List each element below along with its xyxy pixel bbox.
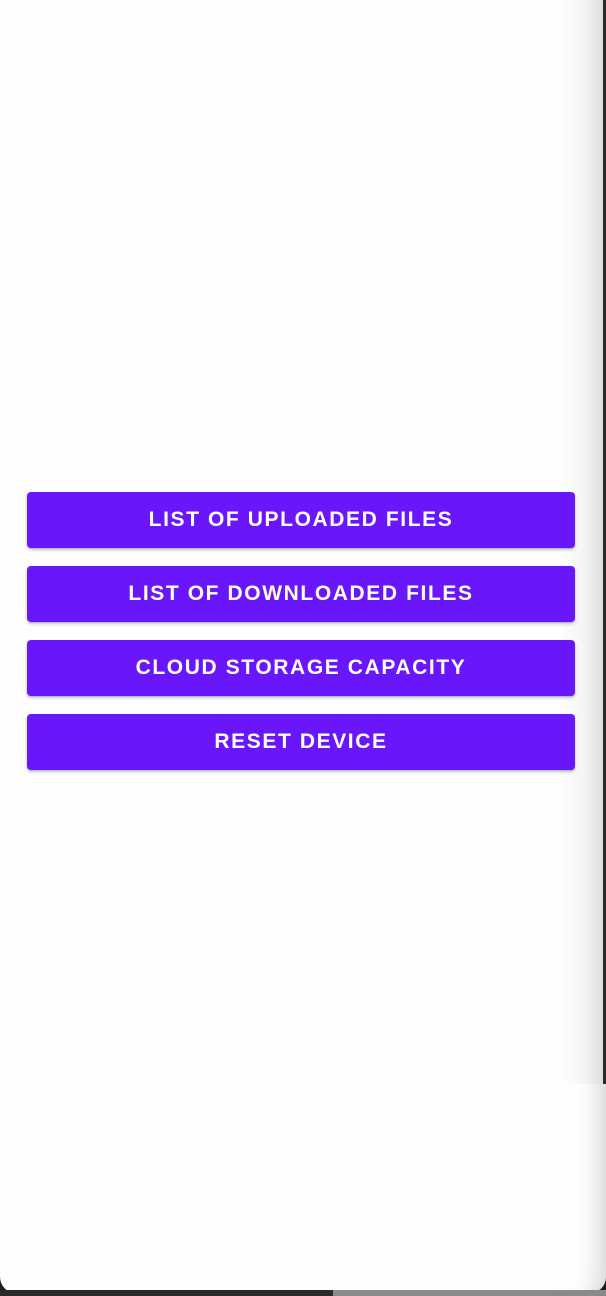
cloud-storage-capacity-button[interactable]: CLOUD STORAGE CAPACITY xyxy=(27,640,575,696)
list-uploaded-files-button[interactable]: LIST OF UPLOADED FILES xyxy=(27,492,575,548)
bottom-edge-right xyxy=(333,1290,606,1296)
app-surface: LIST OF UPLOADED FILES LIST OF DOWNLOADE… xyxy=(0,0,606,1293)
action-menu: LIST OF UPLOADED FILES LIST OF DOWNLOADE… xyxy=(27,492,575,788)
device-screen: LIST OF UPLOADED FILES LIST OF DOWNLOADE… xyxy=(0,0,606,1296)
list-downloaded-files-button[interactable]: LIST OF DOWNLOADED FILES xyxy=(27,566,575,622)
reset-device-button[interactable]: RESET DEVICE xyxy=(27,714,575,770)
